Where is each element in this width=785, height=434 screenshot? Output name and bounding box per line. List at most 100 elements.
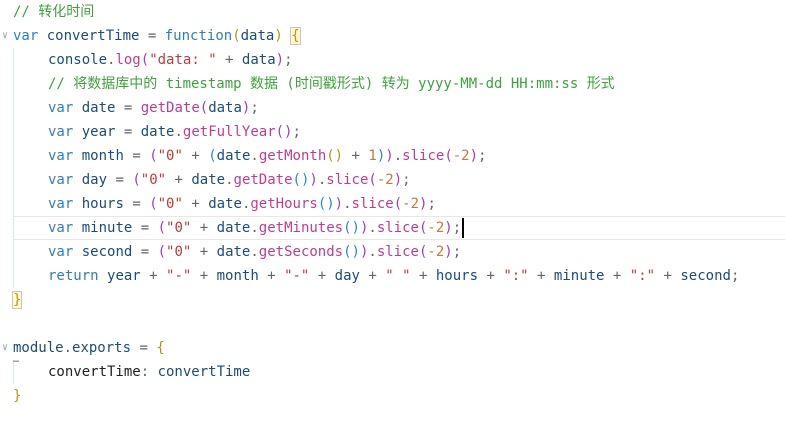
code-token: ( bbox=[132, 172, 141, 188]
code-token: -2 bbox=[402, 196, 419, 212]
code-line[interactable]: // 转化时间 bbox=[0, 0, 785, 24]
indent-guide bbox=[13, 48, 14, 72]
code-line[interactable]: console.log("data: " + data); bbox=[0, 48, 785, 72]
code-token: date bbox=[216, 244, 251, 260]
code-token: + bbox=[140, 268, 167, 284]
code-token: slice bbox=[326, 172, 369, 188]
code-line[interactable]: var date = getDate(data); bbox=[0, 96, 785, 120]
code-line[interactable]: ∨ module.exports = { bbox=[0, 336, 785, 360]
code-token: . bbox=[63, 340, 73, 356]
code-text: } bbox=[11, 288, 23, 312]
code-line[interactable]: } bbox=[0, 288, 785, 312]
code-text: // 将数据库中的 timestamp 数据 (时间戳形式) 转为 yyyy-M… bbox=[48, 72, 615, 96]
code-token: var bbox=[48, 100, 74, 116]
code-editor[interactable]: // 转化时间 ∨ var convertTime = function(data)… bbox=[0, 0, 785, 434]
code-token: getHours bbox=[250, 196, 318, 212]
code-token: var bbox=[48, 244, 74, 260]
code-token: + bbox=[655, 268, 681, 284]
code-token: ) bbox=[334, 196, 344, 212]
code-token: . bbox=[368, 220, 377, 236]
code-token: . bbox=[250, 148, 259, 164]
code-token: () bbox=[326, 148, 344, 164]
code-token: + bbox=[191, 268, 217, 284]
text-cursor bbox=[462, 218, 464, 238]
code-line[interactable]: // 将数据库中的 timestamp 数据 (时间戳形式) 转为 yyyy-M… bbox=[0, 72, 785, 96]
indent-guide bbox=[13, 72, 14, 96]
code-text: var hours = ("0" + date.getHours()).slic… bbox=[48, 192, 436, 216]
code-token: } bbox=[11, 291, 23, 309]
code-token: slice bbox=[376, 244, 419, 260]
code-token: = bbox=[123, 196, 150, 212]
code-token: function bbox=[164, 28, 233, 44]
fold-chevron-icon[interactable]: ∨ bbox=[2, 342, 8, 354]
code-token: () bbox=[317, 196, 335, 212]
code-text: } bbox=[13, 384, 21, 408]
code-token: 1 bbox=[368, 148, 377, 164]
code-token: = bbox=[139, 28, 165, 44]
code-token: getDate bbox=[233, 172, 293, 188]
code-token: ( bbox=[149, 148, 158, 164]
code-token: console bbox=[48, 52, 108, 68]
code-token: ) bbox=[469, 148, 479, 164]
code-token: = bbox=[115, 100, 141, 116]
code-token: ":" bbox=[629, 268, 656, 284]
code-token: ) bbox=[275, 52, 285, 68]
code-text: var convertTime = function(data) { bbox=[13, 24, 301, 48]
code-line[interactable]: } bbox=[0, 384, 785, 408]
code-token: "0" bbox=[166, 244, 192, 260]
code-token: "0" bbox=[157, 148, 183, 164]
code-token: = bbox=[132, 244, 158, 260]
code-line[interactable]: var year = date.getFullYear(); bbox=[0, 120, 785, 144]
code-token: return bbox=[48, 268, 99, 284]
fold-chevron-icon[interactable]: ∨ bbox=[2, 30, 8, 42]
code-line[interactable]: ∨ var convertTime = function(data) { bbox=[0, 24, 785, 48]
code-token: slice bbox=[351, 196, 394, 212]
code-token: date bbox=[216, 148, 251, 164]
folded-ellipsis-icon: … bbox=[13, 354, 19, 365]
code-token: ( bbox=[149, 196, 158, 212]
code-token: getMonth bbox=[258, 148, 327, 164]
code-line[interactable]: var month = ("0" + (date.getMonth() + 1)… bbox=[0, 144, 785, 168]
indent-guide bbox=[13, 192, 14, 216]
code-token: ( bbox=[393, 196, 403, 212]
code-token: "-" bbox=[284, 268, 310, 284]
code-token: : bbox=[140, 364, 158, 380]
code-token: minute bbox=[81, 220, 133, 236]
code-line[interactable]: var day = ("0" + date.getDate()).slice(-… bbox=[0, 168, 785, 192]
code-line[interactable]: … convertTime: convertTime bbox=[0, 354, 785, 384]
code-token: convertTime bbox=[46, 28, 140, 44]
code-token: + bbox=[191, 244, 217, 260]
code-line[interactable] bbox=[0, 312, 785, 336]
code-token: { bbox=[290, 27, 301, 45]
code-line[interactable]: var hours = ("0" + date.getHours()).slic… bbox=[0, 192, 785, 216]
code-token: second bbox=[81, 244, 133, 260]
code-token: + bbox=[216, 52, 242, 68]
indent-guide bbox=[13, 240, 14, 264]
code-token: ( bbox=[208, 148, 217, 164]
code-token: var bbox=[48, 220, 74, 236]
code-line[interactable]: var minute = ("0" + date.getMinutes()).s… bbox=[0, 216, 785, 240]
code-token: + bbox=[343, 148, 369, 164]
code-line[interactable]: var second = ("0" + date.getSeconds()).s… bbox=[0, 240, 785, 264]
code-token: ; bbox=[292, 124, 301, 140]
code-token: = bbox=[107, 172, 133, 188]
code-token: ( bbox=[368, 172, 377, 188]
code-token: slice bbox=[376, 220, 419, 236]
code-token: + bbox=[182, 148, 209, 164]
code-line[interactable]: return year + "-" + month + "-" + day + … bbox=[0, 264, 785, 288]
code-token: date bbox=[191, 172, 226, 188]
code-token: " " bbox=[385, 268, 411, 284]
code-token: + bbox=[309, 268, 335, 284]
code-token: () bbox=[343, 220, 360, 236]
code-token: hours bbox=[435, 268, 479, 284]
code-token: ; bbox=[452, 220, 462, 236]
code-token: ; bbox=[478, 148, 487, 164]
code-text: var year = date.getFullYear(); bbox=[48, 120, 301, 144]
code-text: return year + "-" + month + "-" + day + … bbox=[48, 264, 739, 288]
